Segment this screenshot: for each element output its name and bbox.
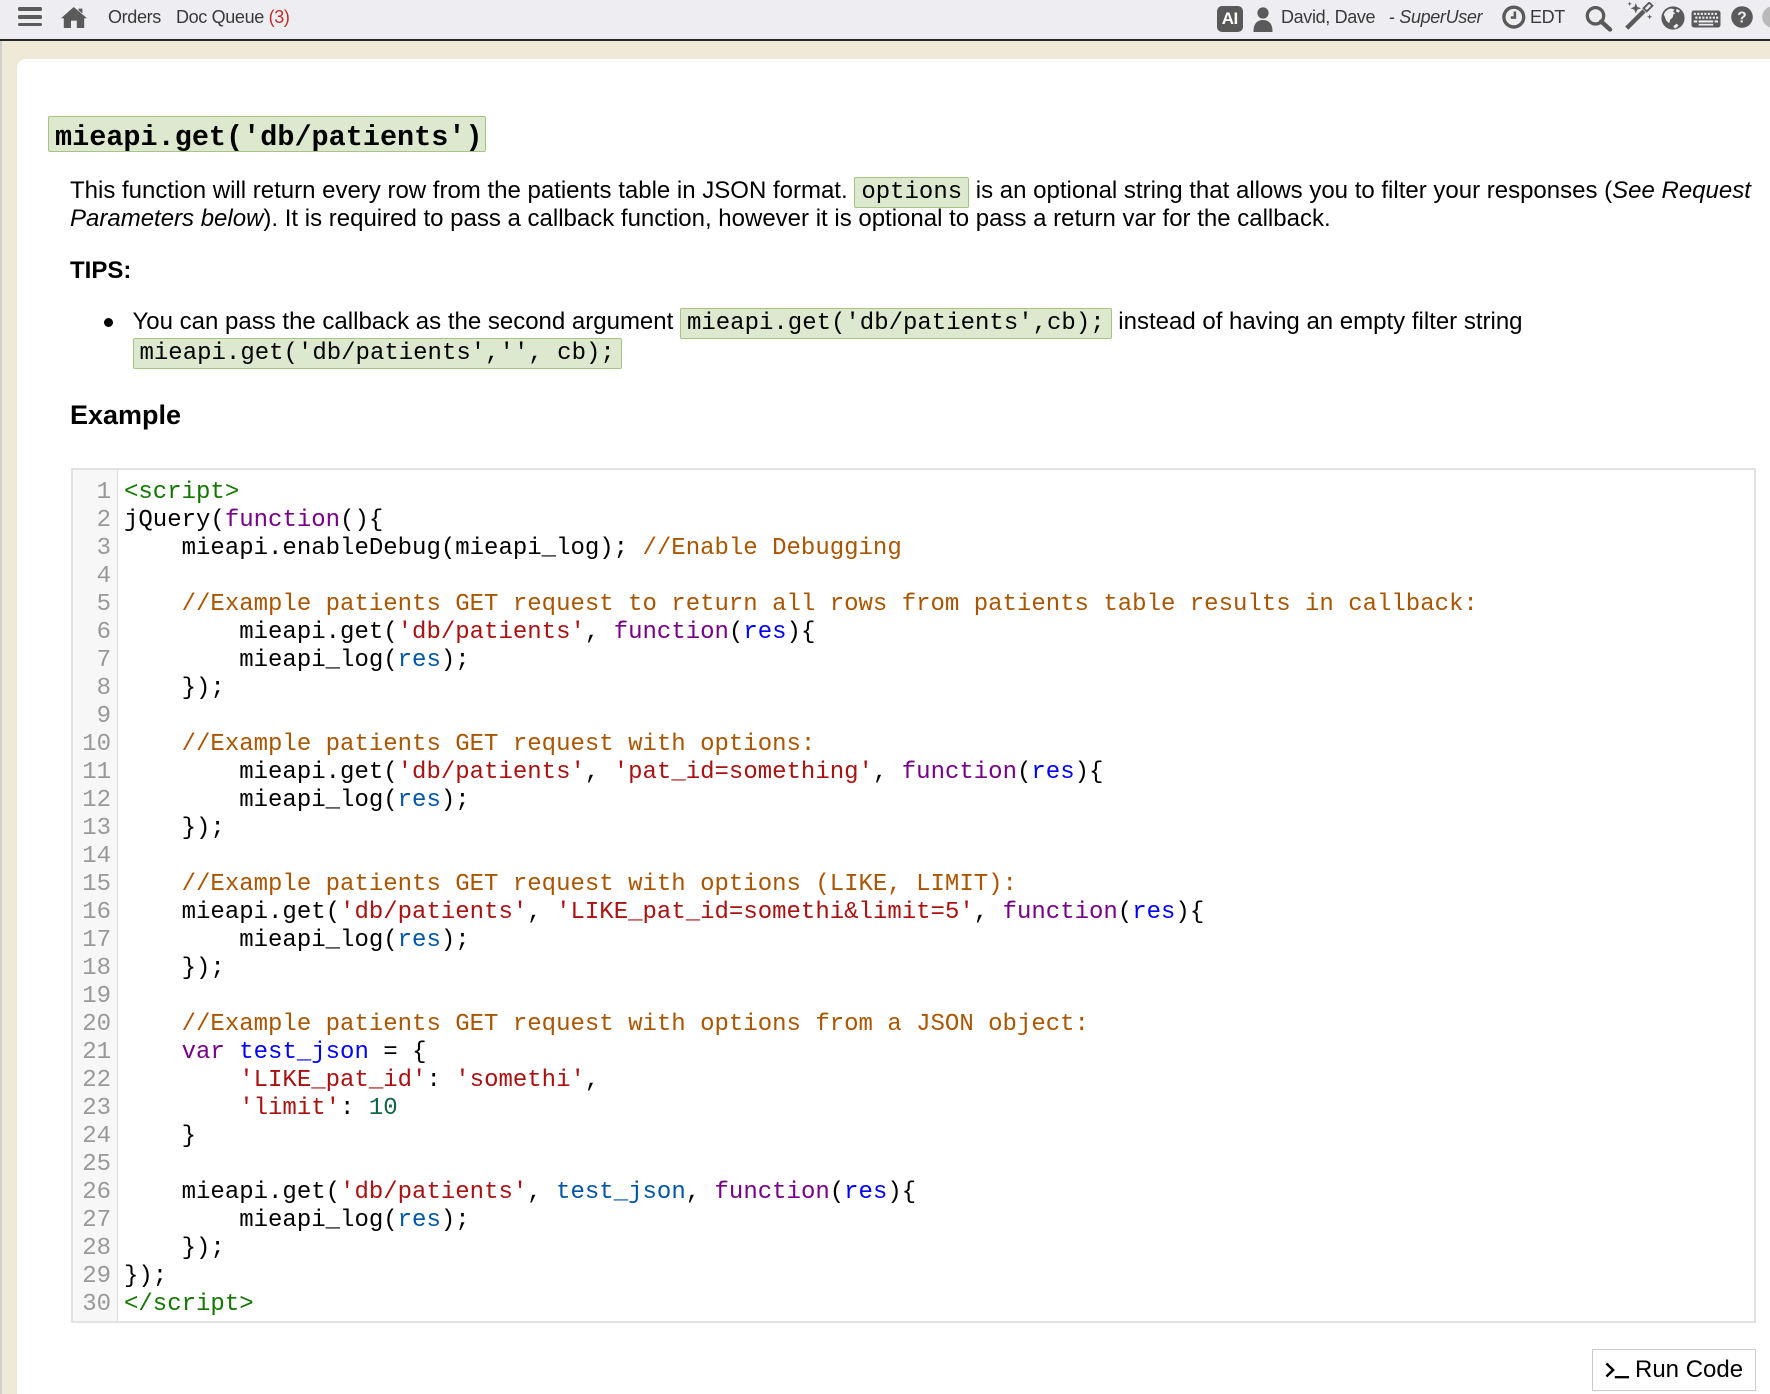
svg-text:?: ? (1737, 10, 1746, 27)
